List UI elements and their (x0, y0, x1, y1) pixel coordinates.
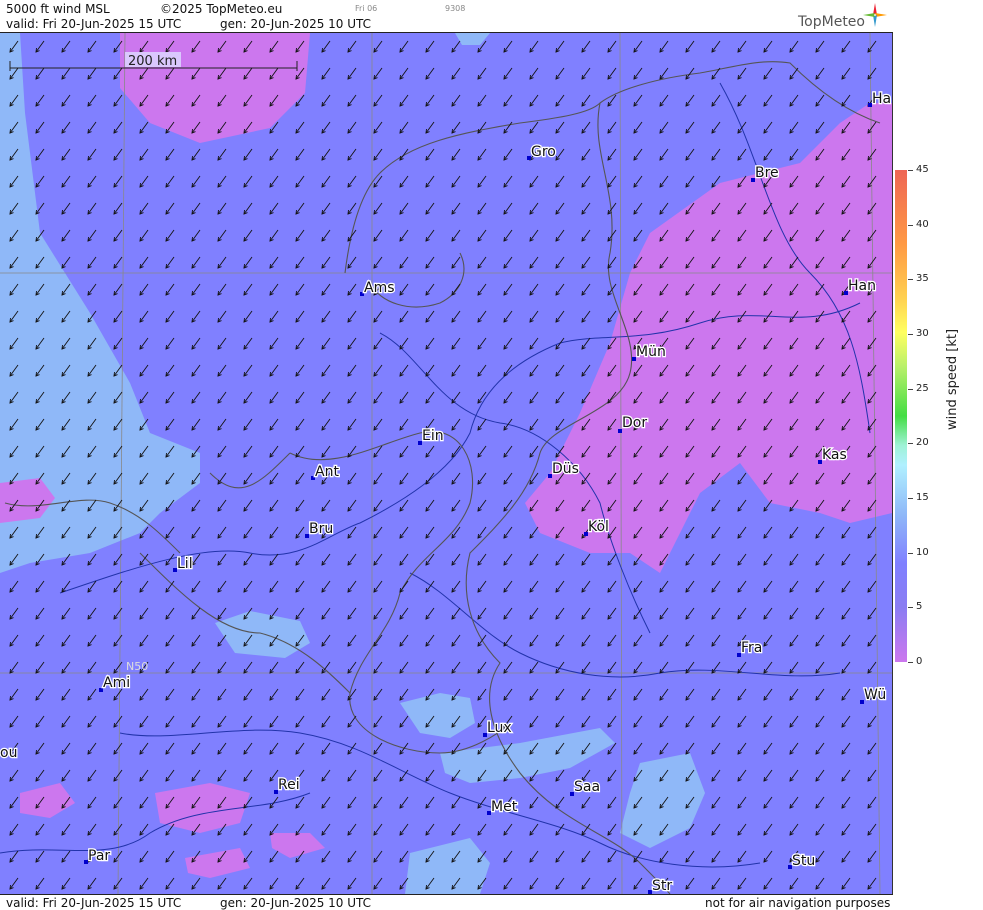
svg-text:Saa: Saa (574, 779, 600, 795)
latitude-label: N50 (126, 660, 148, 673)
city-marker[interactable]: Lux (483, 719, 513, 737)
legend-tick-label: 40 (916, 219, 929, 230)
svg-text:Gro: Gro (531, 144, 556, 160)
legend-tick-label: 35 (916, 273, 929, 284)
svg-text:Köl: Köl (588, 519, 609, 535)
footer-disclaimer: not for air navigation purposes (705, 896, 891, 910)
legend-tick-label: 0 (916, 656, 923, 667)
wind-arrows (0, 33, 892, 894)
city-marker[interactable]: Saa (570, 778, 601, 796)
legend-tick (908, 498, 913, 499)
city-marker[interactable]: Str (648, 877, 674, 894)
city-marker[interactable]: Mün (632, 343, 667, 361)
city-label-cut: ou (0, 745, 17, 761)
svg-text:Bre: Bre (755, 165, 779, 181)
copyright: ©2025 TopMeteo.eu (160, 2, 283, 16)
legend-tick (908, 443, 913, 444)
svg-text:Düs: Düs (552, 461, 579, 477)
svg-text:Ami: Ami (103, 675, 130, 691)
city-marker[interactable]: Köl (584, 518, 610, 536)
wind-map[interactable]: 200 km N50 Gro Bre Ha Ams Han Mün Ein Do… (0, 33, 893, 894)
generated-time: gen: 20-Jun-2025 10 UTC (220, 17, 372, 31)
city-marker[interactable]: Wü (860, 686, 887, 704)
city-marker[interactable]: Stu (788, 852, 817, 870)
legend-tick (908, 279, 913, 280)
svg-text:Wü: Wü (864, 687, 886, 703)
city-marker[interactable]: Ams (360, 279, 396, 297)
city-marker[interactable]: Han (844, 277, 877, 295)
small-code-label: 9308 (445, 4, 466, 13)
svg-text:Fra: Fra (741, 640, 762, 656)
legend-tick-label: 30 (916, 328, 929, 339)
small-day-label: Fri 06 (355, 4, 378, 13)
wind-speed-colorbar (895, 170, 907, 662)
svg-text:Par: Par (88, 848, 110, 864)
topmeteo-logo-text: TopMeteo (798, 14, 865, 30)
svg-text:Ant: Ant (315, 464, 339, 480)
legend-tick-label: 15 (916, 492, 929, 503)
legend-tick (908, 170, 913, 171)
legend-unit-label: wind speed [kt] (945, 328, 960, 430)
svg-text:Lux: Lux (487, 720, 512, 736)
city-marker[interactable]: Ein (418, 427, 445, 445)
svg-text:Rei: Rei (278, 777, 300, 793)
svg-text:Ams: Ams (364, 280, 395, 296)
city-marker[interactable]: Rei (274, 776, 301, 794)
legend-tick-label: 45 (916, 164, 929, 175)
city-marker[interactable]: Kas (818, 446, 848, 464)
svg-text:Han: Han (848, 278, 876, 294)
city-marker[interactable]: Dor (618, 414, 649, 433)
legend-tick (908, 553, 913, 554)
legend-tick-label: 5 (916, 601, 923, 612)
svg-text:Str: Str (652, 878, 672, 894)
legend-tick-label: 20 (916, 437, 929, 448)
scale-bar-label: 200 km (128, 54, 177, 69)
city-marker[interactable]: Ha (868, 90, 892, 108)
svg-text:Stu: Stu (792, 853, 815, 869)
legend-tick-label: 10 (916, 547, 929, 558)
city-marker[interactable]: Ant (311, 463, 341, 481)
svg-text:Bru: Bru (309, 521, 333, 537)
city-marker[interactable]: Met (487, 798, 519, 816)
svg-text:Ein: Ein (422, 428, 444, 444)
city-marker[interactable]: Par (84, 847, 112, 865)
city-marker[interactable]: Düs (548, 460, 580, 478)
footer-valid-time: valid: Fri 20-Jun-2025 15 UTC (6, 896, 182, 910)
compass-logo-icon (863, 3, 887, 27)
valid-time: valid: Fri 20-Jun-2025 15 UTC (6, 17, 182, 31)
wind-map-canvas: 200 km N50 Gro Bre Ha Ams Han Mün Ein Do… (0, 33, 892, 894)
svg-text:Mün: Mün (636, 344, 666, 360)
svg-text:Lil: Lil (177, 556, 193, 572)
svg-text:Met: Met (491, 799, 518, 815)
footer: valid: Fri 20-Jun-2025 15 UTC gen: 20-Ju… (0, 894, 893, 910)
legend-tick (908, 334, 913, 335)
svg-text:Dor: Dor (622, 415, 647, 431)
city-marker[interactable]: Bru (305, 520, 334, 538)
legend-tick (908, 662, 913, 663)
city-marker[interactable]: Ami (99, 674, 131, 692)
city-marker[interactable]: Gro (527, 143, 557, 161)
map-title: 5000 ft wind MSL (6, 2, 110, 16)
legend-tick (908, 389, 913, 390)
city-marker[interactable]: Fra (737, 639, 764, 657)
legend-tick-label: 25 (916, 383, 929, 394)
legend-tick (908, 607, 913, 608)
footer-generated-time: gen: 20-Jun-2025 10 UTC (220, 896, 372, 910)
svg-text:Kas: Kas (822, 447, 847, 463)
legend-tick (908, 225, 913, 226)
header: 5000 ft wind MSL ©2025 TopMeteo.eu Fri 0… (0, 0, 893, 33)
svg-text:Ha: Ha (872, 91, 891, 107)
city-marker[interactable]: Bre (751, 164, 780, 182)
